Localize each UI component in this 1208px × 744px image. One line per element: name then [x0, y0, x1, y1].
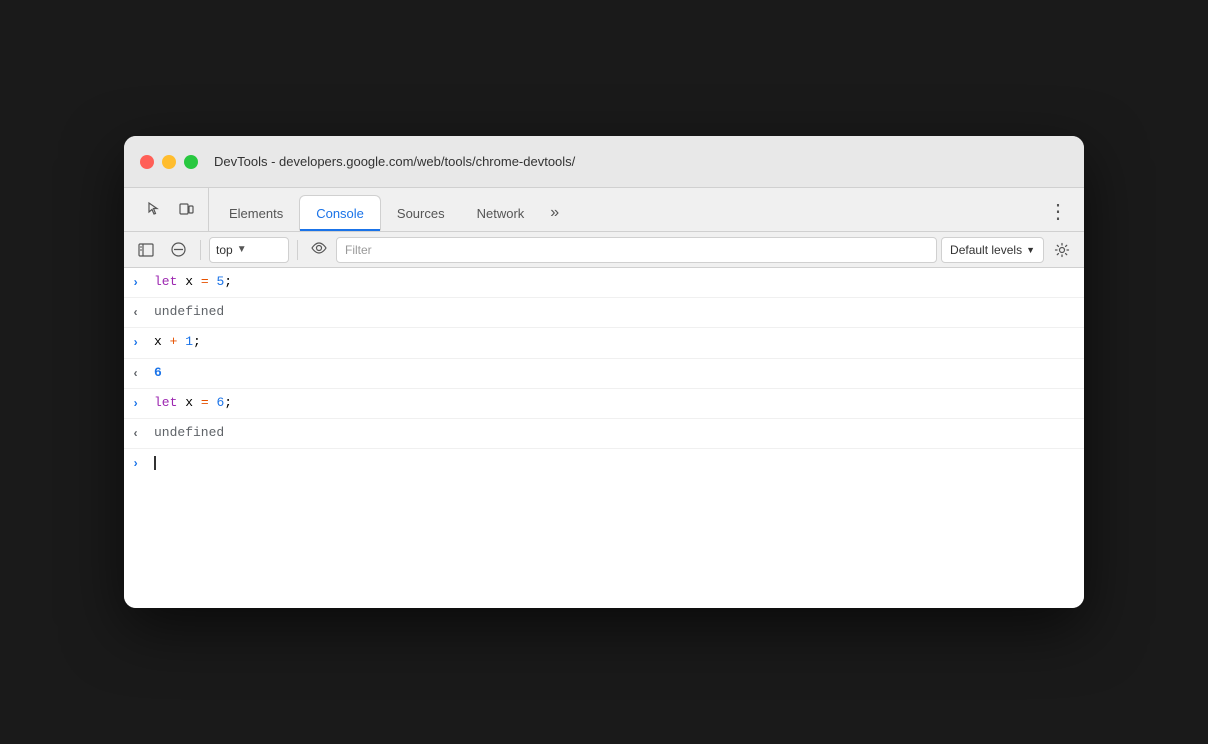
more-tabs-button[interactable]: »: [540, 195, 569, 231]
tab-console[interactable]: Console: [299, 195, 381, 231]
input-arrow-5: ›: [132, 395, 146, 414]
close-button[interactable]: [140, 155, 154, 169]
console-empty-space: [124, 477, 1084, 597]
input-arrow-1: ›: [132, 274, 146, 293]
input-arrow-3: ›: [132, 334, 146, 353]
console-sidebar-button[interactable]: [132, 236, 160, 264]
title-bar: DevTools - developers.google.com/web/too…: [124, 136, 1084, 188]
devtools-window: DevTools - developers.google.com/web/too…: [124, 136, 1084, 608]
toolbar-divider-1: [200, 240, 201, 260]
context-label: top: [216, 243, 233, 257]
console-settings-button[interactable]: [1048, 236, 1076, 264]
entry-text-5: let x = 6;: [154, 393, 1076, 414]
tab-bar: Elements Console Sources Network » ⋮: [124, 188, 1084, 232]
execution-context-selector[interactable]: top ▼: [209, 237, 289, 263]
result-arrow-4: ‹: [132, 365, 146, 384]
toolbar-divider-2: [297, 240, 298, 260]
sidebar-icon: [138, 243, 154, 257]
window-title: DevTools - developers.google.com/web/too…: [214, 154, 575, 169]
clear-console-button[interactable]: [164, 236, 192, 264]
console-toolbar: top ▼ Default levels ▼: [124, 232, 1084, 268]
context-dropdown-arrow: ▼: [237, 244, 247, 255]
entry-text-2: undefined: [154, 302, 1076, 323]
device-icon: [178, 201, 194, 217]
cursor-icon: [146, 201, 162, 217]
gear-icon: [1054, 242, 1070, 258]
console-entry-4: ‹ 6: [124, 359, 1084, 389]
console-entry-6: ‹ undefined: [124, 419, 1084, 449]
console-input-prompt[interactable]: ›: [124, 449, 1084, 477]
prompt-arrow: ›: [132, 457, 146, 471]
live-expressions-button[interactable]: [310, 241, 328, 259]
console-entry-1: › let x = 5;: [124, 268, 1084, 298]
device-toolbar-button[interactable]: [172, 195, 200, 223]
log-levels-button[interactable]: Default levels ▼: [941, 237, 1044, 263]
devtools-toolbar-icons: [132, 187, 209, 231]
minimize-button[interactable]: [162, 155, 176, 169]
clear-icon: [171, 242, 186, 257]
console-filter-input[interactable]: [336, 237, 937, 263]
maximize-button[interactable]: [184, 155, 198, 169]
tab-sources[interactable]: Sources: [381, 195, 461, 231]
traffic-lights: [140, 155, 198, 169]
console-entry-2: ‹ undefined: [124, 298, 1084, 328]
console-output: › let x = 5; ‹ undefined › x + 1; ‹ 6: [124, 268, 1084, 608]
eye-icon: [310, 242, 328, 254]
entry-text-1: let x = 5;: [154, 272, 1076, 293]
console-entry-3: › x + 1;: [124, 328, 1084, 358]
tab-network[interactable]: Network: [461, 195, 541, 231]
text-cursor: [154, 456, 156, 470]
console-entry-5: › let x = 6;: [124, 389, 1084, 419]
result-arrow-6: ‹: [132, 425, 146, 444]
devtools-menu-button[interactable]: ⋮: [1044, 197, 1072, 225]
entry-text-3: x + 1;: [154, 332, 1076, 353]
tab-elements[interactable]: Elements: [213, 195, 299, 231]
entry-text-6: undefined: [154, 423, 1076, 444]
result-arrow-2: ‹: [132, 304, 146, 323]
inspect-element-button[interactable]: [140, 195, 168, 223]
entry-text-4: 6: [154, 363, 1076, 384]
